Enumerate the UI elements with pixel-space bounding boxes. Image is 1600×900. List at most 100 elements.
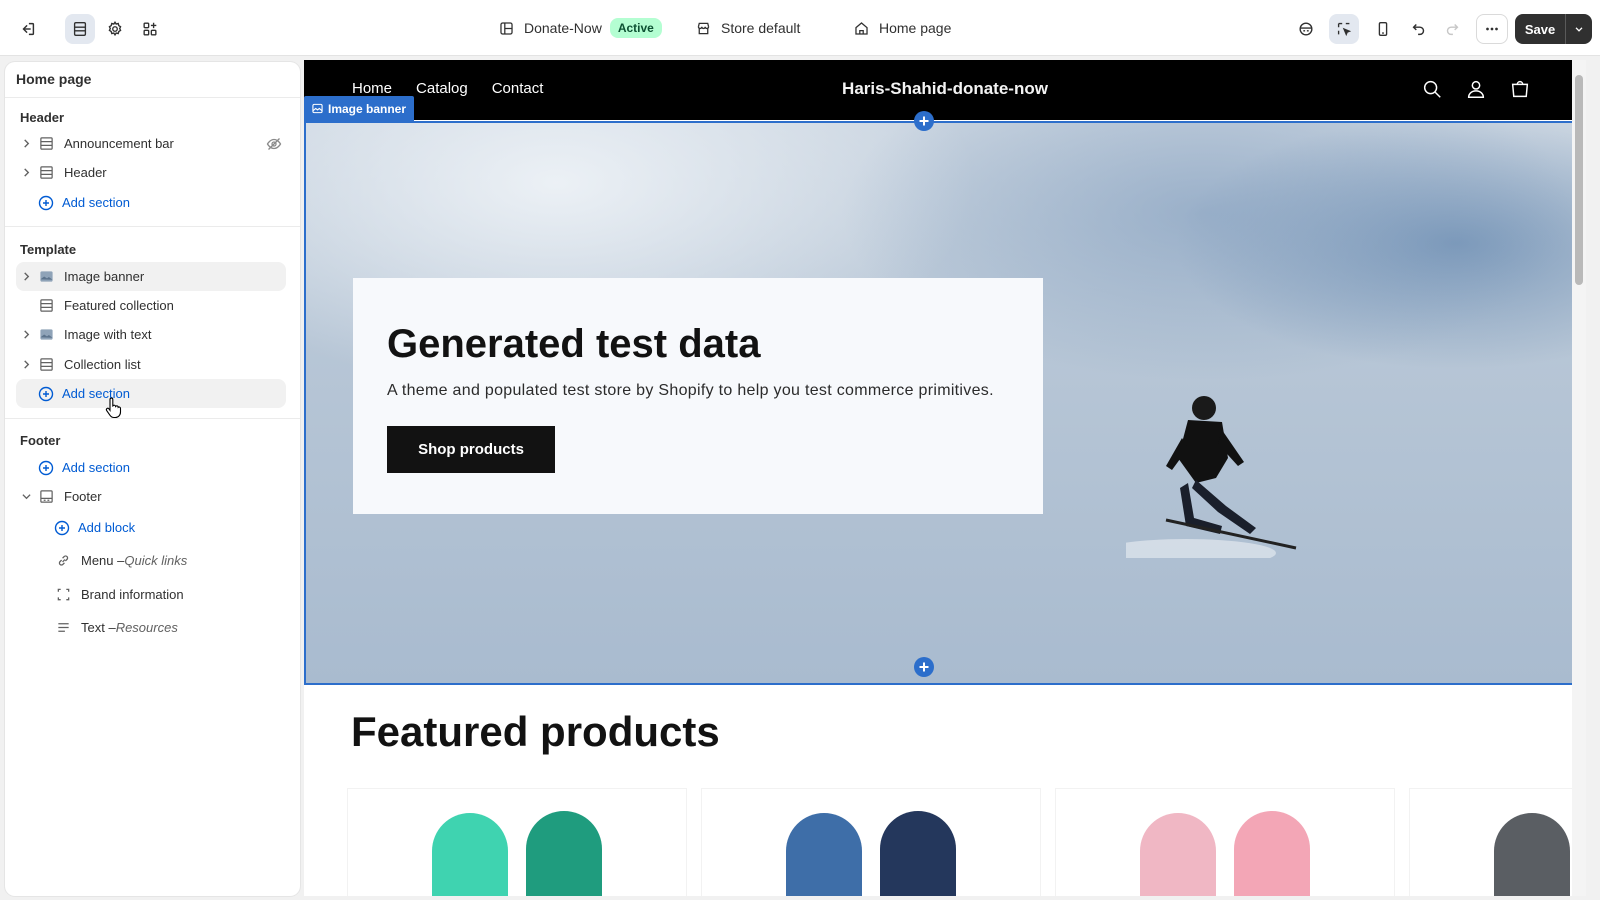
undo-icon	[1412, 23, 1425, 36]
expand-chevron-icon[interactable]	[16, 139, 36, 148]
skateboard-image	[1140, 813, 1216, 896]
section-footer[interactable]: Footer	[16, 482, 286, 511]
inspector-toggle-button[interactable]	[1329, 14, 1359, 44]
footer-section-icon	[36, 489, 56, 505]
selected-section-tag[interactable]: Image banner	[304, 96, 415, 121]
block-text-resources[interactable]: Text – Resources	[16, 613, 286, 642]
block-label: Brand information	[81, 587, 184, 602]
section-label: Featured collection	[64, 298, 174, 313]
section-label: Collection list	[64, 357, 141, 372]
cursor-select-icon	[1337, 22, 1352, 37]
banner-content-box: Generated test data A theme and populate…	[353, 278, 1043, 514]
redo-button[interactable]	[1437, 14, 1467, 44]
sections-tab-button[interactable]	[65, 14, 95, 44]
plus-circle-icon	[38, 460, 54, 475]
image-banner-section[interactable]: Generated test data A theme and populate…	[304, 121, 1586, 685]
product-card[interactable]	[347, 788, 687, 896]
cart-icon[interactable]	[1509, 78, 1531, 100]
expand-chevron-icon[interactable]	[16, 168, 36, 177]
block-brand-information[interactable]: Brand information	[16, 580, 286, 609]
plus-icon	[919, 116, 929, 126]
exit-button[interactable]	[13, 14, 43, 44]
expand-chevron-icon[interactable]	[16, 360, 36, 369]
add-block-label: Add block	[78, 520, 136, 535]
theme-settings-button[interactable]	[100, 14, 130, 44]
section-icon	[36, 165, 56, 181]
section-announcement-bar[interactable]: Announcement bar	[16, 129, 286, 158]
header-icons	[1421, 78, 1531, 100]
save-label: Save	[1524, 21, 1556, 37]
home-icon	[855, 21, 868, 35]
device-preview-button[interactable]	[1368, 14, 1398, 44]
save-menu-button[interactable]	[1566, 23, 1592, 35]
eye-hidden-icon[interactable]	[266, 136, 282, 152]
apps-icon	[143, 22, 157, 36]
store-icon	[697, 22, 710, 34]
section-image-banner[interactable]: Image banner	[16, 262, 286, 291]
mobile-icon	[1378, 22, 1388, 36]
product-card[interactable]	[701, 788, 1041, 896]
link-icon	[53, 553, 73, 569]
section-label: Header	[64, 165, 107, 180]
section-label: Image banner	[64, 269, 145, 284]
section-label: Announcement bar	[64, 136, 174, 151]
theme-selector[interactable]: Donate-Now Active	[498, 0, 662, 56]
collapse-chevron-icon[interactable]	[16, 492, 36, 501]
section-icon	[36, 298, 56, 314]
selected-section-label: Image banner	[328, 101, 407, 116]
block-label: Text –	[81, 620, 116, 635]
divider	[5, 418, 300, 419]
insert-section-below-button[interactable]	[914, 657, 934, 677]
plus-icon	[919, 662, 929, 672]
undo-button[interactable]	[1404, 14, 1434, 44]
section-header[interactable]: Header	[16, 158, 286, 187]
scroll-thumb[interactable]	[1575, 75, 1583, 285]
header-add-section-button[interactable]: Add section	[16, 188, 286, 217]
add-section-label: Add section	[62, 460, 130, 475]
view-as-customer-button[interactable]	[1291, 14, 1321, 44]
product-card[interactable]	[1055, 788, 1395, 896]
plus-circle-icon	[38, 195, 54, 210]
sidebar-title: Home page	[5, 62, 300, 98]
banner-text: A theme and populated test store by Shop…	[387, 382, 994, 399]
block-menu-quick-links[interactable]: Menu – Quick links	[16, 546, 286, 575]
store-header[interactable]: Home Catalog Contact Haris-Shahid-donate…	[304, 60, 1586, 121]
section-featured-collection[interactable]: Featured collection	[16, 291, 286, 320]
store-brand[interactable]: Haris-Shahid-donate-now	[304, 79, 1586, 99]
footer-add-block-button[interactable]: Add block	[16, 513, 286, 542]
image-section-icon	[36, 327, 56, 343]
section-image-with-text[interactable]: Image with text	[16, 320, 286, 349]
more-actions-button[interactable]	[1476, 14, 1508, 44]
sections-icon	[73, 22, 87, 36]
section-label: Image with text	[64, 327, 152, 342]
expand-chevron-icon[interactable]	[16, 272, 36, 281]
redo-icon	[1446, 23, 1459, 36]
pointer-cursor-icon	[105, 397, 122, 419]
expand-chevron-icon[interactable]	[16, 330, 36, 339]
status-badge: Active	[609, 18, 662, 38]
gear-icon	[108, 21, 122, 37]
insert-section-above-button[interactable]	[914, 111, 934, 131]
search-icon[interactable]	[1421, 78, 1443, 100]
footer-add-section-button[interactable]: Add section	[16, 453, 286, 482]
text-block-icon	[53, 620, 73, 636]
store-label: Store default	[721, 20, 801, 36]
section-collection-list[interactable]: Collection list	[16, 350, 286, 379]
product-card[interactable]	[1409, 788, 1579, 896]
image-section-icon	[36, 269, 56, 285]
template-add-section-button[interactable]: Add section	[16, 379, 286, 408]
store-selector[interactable]: Store default	[695, 0, 800, 56]
shop-products-button[interactable]: Shop products	[387, 426, 555, 473]
block-frame-icon	[53, 587, 73, 603]
save-button[interactable]: Save	[1515, 14, 1592, 44]
preview-scrollbar[interactable]	[1572, 60, 1586, 896]
app-embeds-button[interactable]	[135, 14, 165, 44]
page-selector[interactable]: Home page	[853, 0, 951, 56]
banner-heading: Generated test data	[387, 322, 761, 366]
divider	[5, 226, 300, 227]
skateboard-image	[1234, 811, 1310, 896]
store-preview: Home Catalog Contact Haris-Shahid-donate…	[304, 60, 1586, 896]
section-icon	[36, 136, 56, 152]
account-icon[interactable]	[1465, 78, 1487, 100]
block-detail: Resources	[115, 620, 178, 635]
